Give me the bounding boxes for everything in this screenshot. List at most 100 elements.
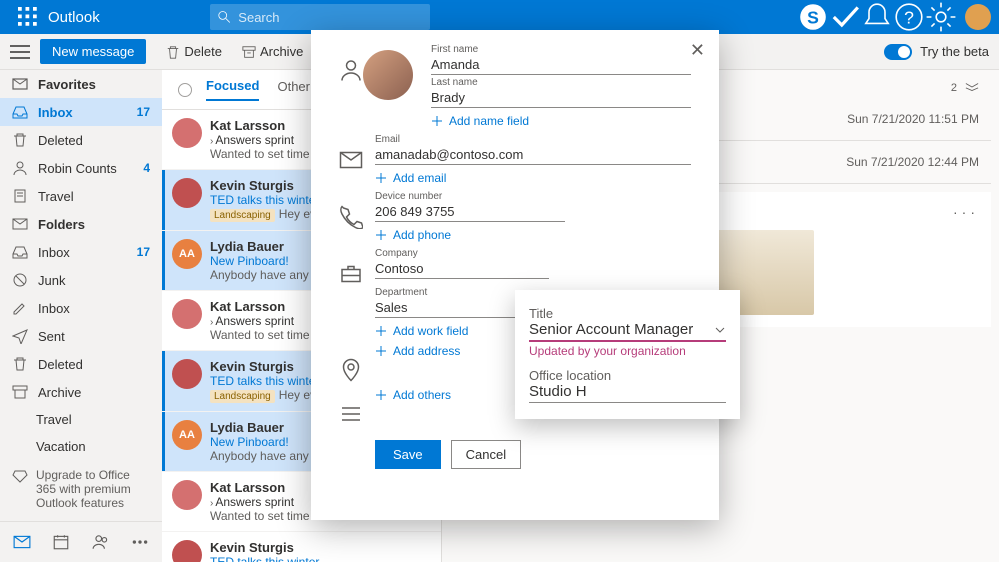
sender-avatar: AA	[172, 420, 202, 450]
diamond-icon	[12, 468, 28, 484]
sidebar-module-switcher	[0, 521, 162, 562]
briefcase-icon	[339, 262, 363, 286]
note-icon	[12, 188, 28, 204]
sender-avatar	[172, 359, 202, 389]
nav-folders[interactable]: Folders	[0, 210, 162, 238]
person-icon	[339, 58, 363, 82]
search-icon	[218, 10, 231, 24]
select-all-checkbox[interactable]	[178, 83, 192, 97]
org-update-note: Updated by your organization	[529, 344, 726, 358]
contact-avatar[interactable]	[363, 50, 413, 100]
title-dropdown[interactable]: Senior Account Manager	[529, 321, 726, 342]
nav-inbox-2[interactable]: Inbox17	[0, 238, 162, 266]
first-name-input[interactable]	[431, 55, 691, 75]
nav-robin[interactable]: Robin Counts4	[0, 154, 162, 182]
nav-inbox-3[interactable]: Inbox	[0, 294, 162, 322]
nav-vacation[interactable]: Vacation	[0, 433, 162, 460]
settings-icon[interactable]	[925, 1, 957, 33]
nav-favorites[interactable]: Favorites	[0, 70, 162, 98]
more-module-icon[interactable]	[127, 528, 155, 556]
mail-module-icon[interactable]	[8, 528, 36, 556]
inbox-icon	[12, 104, 28, 120]
archive-button[interactable]: Archive	[242, 44, 303, 59]
svg-text:S: S	[807, 7, 819, 27]
svg-text:?: ?	[904, 7, 914, 27]
calendar-module-icon[interactable]	[48, 528, 76, 556]
message-item[interactable]: Kevin Sturgis TED talks this winter	[162, 532, 441, 562]
title-popover: Title Senior Account Manager Updated by …	[515, 290, 740, 419]
last-name-label: Last name	[431, 77, 691, 88]
skype-icon[interactable]: S	[797, 1, 829, 33]
contact-edit-modal: ✕ First name Last name Add name field Em…	[311, 30, 719, 520]
nav-sidebar: Favorites Inbox17 Deleted Robin Counts4 …	[0, 70, 162, 562]
todo-icon[interactable]	[829, 1, 861, 33]
add-phone-link[interactable]: Add phone	[375, 228, 691, 242]
company-label: Company	[375, 248, 691, 259]
upgrade-link[interactable]: Upgrade to Office 365 with premium Outlo…	[0, 460, 162, 518]
people-module-icon[interactable]	[87, 528, 115, 556]
nav-inbox[interactable]: Inbox17	[0, 98, 162, 126]
mail-icon	[12, 76, 28, 92]
drafts-icon	[12, 300, 28, 316]
trash-icon	[166, 45, 180, 59]
app-launcher-icon[interactable]	[18, 7, 38, 27]
sender-avatar	[172, 178, 202, 208]
office-input[interactable]: Studio H	[529, 383, 726, 403]
sender-avatar: AA	[172, 239, 202, 269]
add-email-link[interactable]: Add email	[375, 171, 691, 185]
sender-avatar	[172, 480, 202, 510]
sender-avatar	[172, 118, 202, 148]
person-icon	[12, 160, 28, 176]
close-button[interactable]: ✕	[690, 40, 705, 61]
trash-icon	[12, 132, 28, 148]
hamburger-icon[interactable]	[10, 45, 30, 59]
search-box[interactable]	[210, 4, 430, 30]
nav-archive[interactable]: Archive	[0, 378, 162, 406]
new-message-button[interactable]: New message	[40, 39, 146, 64]
chevron-down-icon	[714, 324, 726, 336]
location-icon	[339, 358, 363, 382]
mail-icon	[12, 216, 28, 232]
first-name-label: First name	[431, 44, 691, 55]
tab-other[interactable]: Other	[277, 79, 310, 100]
nav-sent[interactable]: Sent	[0, 322, 162, 350]
email-input[interactable]	[375, 145, 691, 165]
sender-name: Kevin Sturgis	[210, 540, 431, 555]
list-icon	[339, 402, 363, 426]
cancel-button[interactable]: Cancel	[451, 440, 521, 469]
mail-icon	[339, 148, 363, 172]
send-icon	[12, 328, 28, 344]
add-name-link[interactable]: Add name field	[431, 114, 691, 128]
title-label: Title	[529, 306, 726, 321]
nav-junk[interactable]: Junk	[0, 266, 162, 294]
message-subject: TED talks this winter	[210, 555, 431, 562]
phone-icon	[339, 205, 363, 229]
delete-button[interactable]: Delete	[166, 44, 222, 59]
tab-focused[interactable]: Focused	[206, 78, 259, 101]
user-avatar[interactable]	[965, 4, 991, 30]
email-label: Email	[375, 134, 691, 145]
help-icon[interactable]: ?	[893, 1, 925, 33]
nav-travel-2[interactable]: Travel	[0, 406, 162, 433]
nav-travel[interactable]: Travel	[0, 182, 162, 210]
phone-input[interactable]	[375, 202, 565, 222]
sender-avatar	[172, 299, 202, 329]
last-name-input[interactable]	[431, 88, 691, 108]
nav-deleted[interactable]: Deleted	[0, 126, 162, 154]
phone-label: Device number	[375, 191, 691, 202]
nav-deleted-2[interactable]: Deleted	[0, 350, 162, 378]
sender-avatar	[172, 540, 202, 562]
trash-icon	[12, 356, 28, 372]
company-input[interactable]	[375, 259, 549, 279]
expand-icon[interactable]	[965, 82, 979, 92]
bell-icon[interactable]	[861, 1, 893, 33]
beta-toggle[interactable]: Try the beta	[884, 44, 989, 60]
conversation-count: 2	[951, 82, 957, 94]
toggle-switch[interactable]	[884, 44, 912, 60]
office-label: Office location	[529, 368, 726, 383]
archive-icon	[12, 384, 28, 400]
inbox-icon	[12, 244, 28, 260]
block-icon	[12, 272, 28, 288]
save-button[interactable]: Save	[375, 440, 441, 469]
search-input[interactable]	[238, 10, 421, 25]
